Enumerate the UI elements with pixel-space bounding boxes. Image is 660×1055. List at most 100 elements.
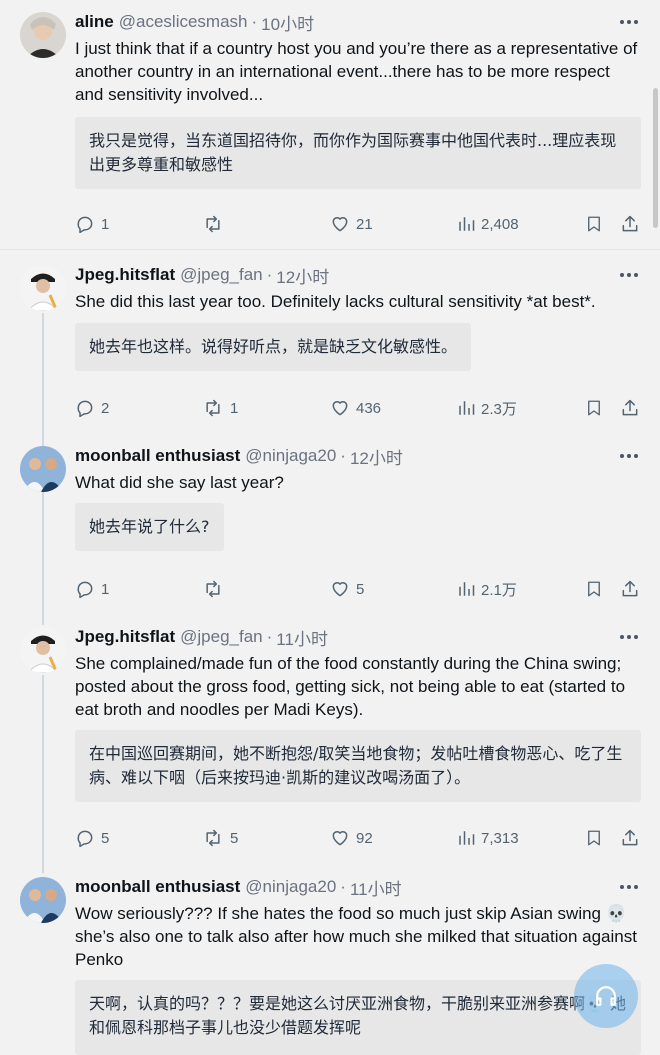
share-icon: [622, 215, 638, 232]
action-bar: 1 21 2,408: [75, 211, 640, 237]
reply-card[interactable]: Jpeg.hitsflat @jpeg_fan · 12小时 She did t…: [0, 263, 660, 433]
separator-dot: ·: [340, 446, 346, 465]
translation-box: 天啊，认真的吗？？？要是她这么讨厌亚洲食物，干脆别来亚洲参赛啊💀 她和佩恩科那档…: [75, 980, 641, 1055]
reply-icon: [77, 400, 93, 418]
timestamp[interactable]: 10小时: [261, 10, 314, 35]
views-button[interactable]: 2.3万: [457, 395, 517, 421]
views-icon: [459, 831, 475, 845]
share-button[interactable]: [620, 825, 640, 851]
avatar[interactable]: [20, 627, 66, 673]
repost-button[interactable]: [202, 211, 230, 237]
reply-header: moonball enthusiast @ninjaga20 · 11小时: [75, 875, 402, 899]
avatar[interactable]: [20, 877, 66, 923]
bookmark-icon: [588, 400, 600, 416]
scrollbar[interactable]: [653, 88, 658, 228]
repost-button[interactable]: 1: [202, 395, 238, 421]
reply-count: 2: [101, 399, 110, 417]
reply-text: Wow seriously??? If she hates the food s…: [75, 904, 637, 969]
reply-card[interactable]: moonball enthusiast @ninjaga20 · 11小时 Wo…: [0, 875, 660, 1055]
reply-button[interactable]: 1: [75, 576, 109, 602]
repost-icon: [206, 580, 220, 598]
more-icon[interactable]: [618, 265, 640, 285]
like-icon: [332, 401, 348, 416]
reply-icon: [77, 830, 93, 848]
timestamp[interactable]: 11小时: [350, 875, 402, 900]
user-handle[interactable]: @ninjaga20: [245, 877, 336, 897]
reply-count: 5: [101, 829, 110, 847]
translation-box: 她去年说了什么?: [75, 503, 224, 551]
reply-icon: [77, 581, 93, 599]
avatar[interactable]: [20, 12, 66, 58]
timestamp[interactable]: 12小时: [276, 263, 329, 288]
separator-dot: ·: [266, 627, 273, 646]
avatar[interactable]: [20, 446, 66, 492]
reply-button[interactable]: 1: [75, 211, 109, 237]
display-name[interactable]: Jpeg.hitsflat: [75, 265, 175, 285]
translation-box: 她去年也这样。说得好听点，就是缺乏文化敏感性。: [75, 323, 472, 371]
bookmark-button[interactable]: [585, 211, 603, 237]
views-button[interactable]: 2.1万: [457, 576, 517, 602]
reply-header: Jpeg.hitsflat @jpeg_fan · 12小时: [75, 263, 329, 287]
bookmark-button[interactable]: [585, 576, 603, 602]
views-count: 2.1万: [481, 581, 517, 599]
like-icon: [332, 217, 348, 232]
like-button[interactable]: 92: [330, 825, 373, 851]
share-button[interactable]: [620, 211, 640, 237]
reply-button[interactable]: 2: [75, 395, 109, 421]
bookmark-icon: [588, 581, 600, 597]
reply-card[interactable]: Jpeg.hitsflat @jpeg_fan · 11小时 She compl…: [0, 625, 660, 860]
reply-header: aline @aceslicesmash · 10小时: [75, 10, 314, 34]
reply-header: Jpeg.hitsflat @jpeg_fan · 11小时: [75, 625, 328, 649]
reply-text: She did this last year too. Definitely l…: [75, 292, 596, 311]
divider: [0, 249, 660, 250]
user-handle[interactable]: @ninjaga20: [245, 446, 336, 466]
reply-text: What did she say last year?: [75, 473, 284, 492]
reply-count: 1: [101, 580, 110, 598]
reply-card[interactable]: aline @aceslicesmash · 10小时 I just think…: [0, 10, 660, 250]
user-handle[interactable]: @jpeg_fan: [180, 265, 263, 285]
views-icon: [459, 217, 475, 231]
separator-dot: ·: [251, 12, 258, 31]
share-button[interactable]: [620, 395, 640, 421]
floating-action-button[interactable]: [574, 964, 638, 1028]
translation-box: 我只是觉得，当东道国招待你，而你作为国际赛事中他国代表时...理应表现出更多尊重…: [75, 117, 641, 189]
action-bar: 1 5 2.1万: [75, 576, 640, 602]
views-button[interactable]: 2,408: [457, 211, 519, 237]
share-button[interactable]: [620, 576, 640, 602]
views-count: 7,313: [481, 829, 519, 847]
repost-count: 1: [230, 399, 239, 417]
views-button[interactable]: 7,313: [457, 825, 519, 851]
bookmark-button[interactable]: [585, 825, 603, 851]
reply-header: moonball enthusiast @ninjaga20 · 12小时: [75, 444, 403, 468]
repost-button[interactable]: 5: [202, 825, 238, 851]
like-button[interactable]: 5: [330, 576, 364, 602]
user-handle[interactable]: @jpeg_fan: [180, 627, 263, 647]
display-name[interactable]: moonball enthusiast: [75, 446, 240, 466]
like-button[interactable]: 21: [330, 211, 373, 237]
like-button[interactable]: 436: [330, 395, 381, 421]
views-icon: [459, 582, 475, 596]
repost-icon: [206, 399, 220, 417]
like-count: 21: [356, 215, 373, 233]
user-handle[interactable]: @aceslicesmash: [119, 12, 248, 32]
more-icon[interactable]: [618, 12, 640, 32]
reply-button[interactable]: 5: [75, 825, 109, 851]
timestamp[interactable]: 12小时: [350, 444, 403, 469]
repost-button[interactable]: [202, 576, 230, 602]
timestamp[interactable]: 11小时: [276, 625, 328, 650]
more-icon[interactable]: [618, 446, 640, 466]
more-icon[interactable]: [618, 877, 640, 897]
views-icon: [459, 401, 475, 415]
like-count: 5: [356, 580, 365, 598]
views-count: 2.3万: [481, 400, 517, 418]
more-icon[interactable]: [618, 627, 640, 647]
display-name[interactable]: moonball enthusiast: [75, 877, 240, 897]
share-icon: [622, 829, 638, 846]
reply-card[interactable]: moonball enthusiast @ninjaga20 · 12小时 Wh…: [0, 444, 660, 609]
reply-text: She complained/made fun of the food cons…: [75, 654, 626, 719]
bookmark-button[interactable]: [585, 395, 603, 421]
avatar[interactable]: [20, 265, 66, 311]
display-name[interactable]: Jpeg.hitsflat: [75, 627, 175, 647]
separator-dot: ·: [266, 265, 273, 284]
display-name[interactable]: aline: [75, 12, 114, 32]
